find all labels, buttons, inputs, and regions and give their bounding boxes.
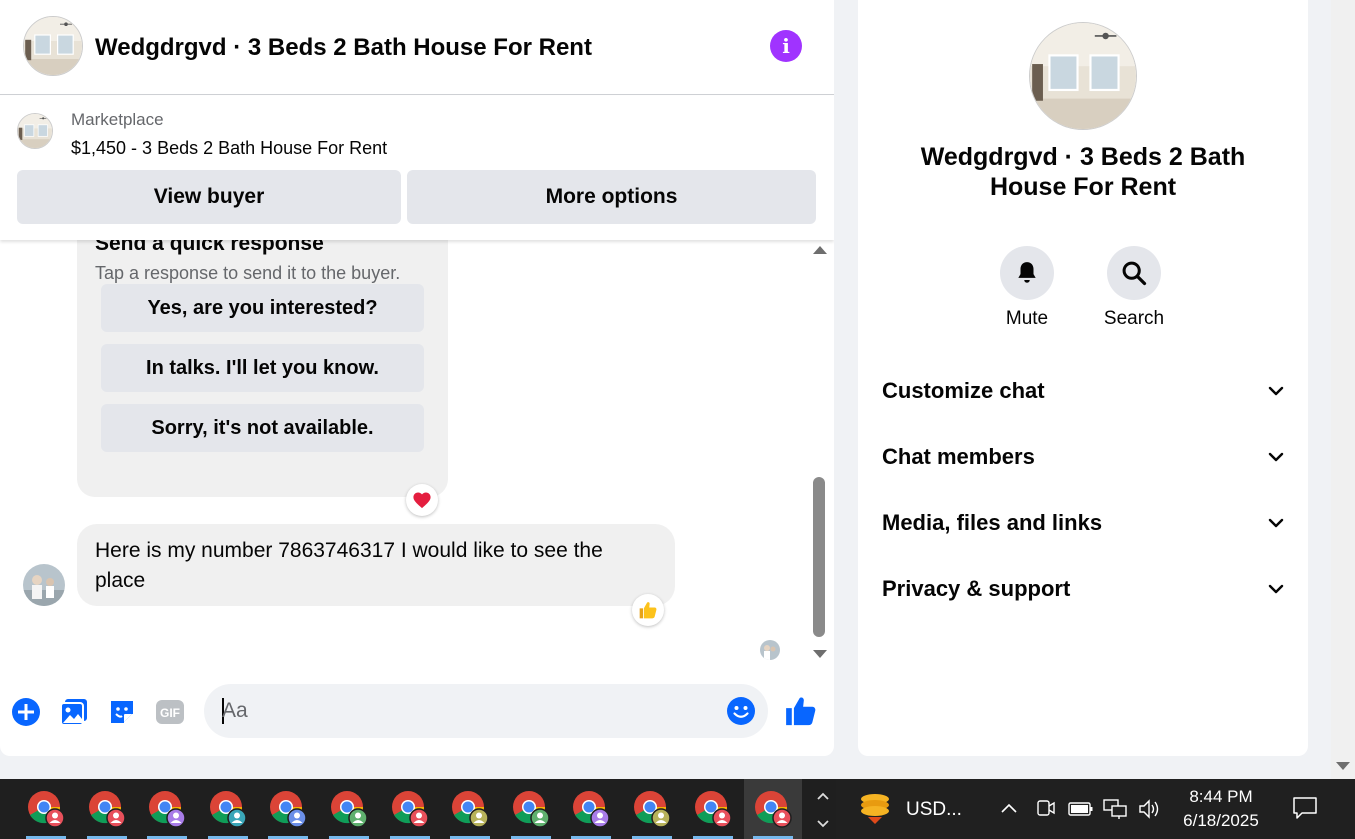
page-scroll-down-icon[interactable] bbox=[1336, 762, 1350, 770]
search-icon[interactable] bbox=[1107, 246, 1161, 300]
clock-time: 8:44 PM bbox=[1189, 787, 1253, 806]
currency-widget-label[interactable]: USD... bbox=[906, 799, 962, 821]
details-title: Wedgdrgvd · 3 Beds 2 Bath House For Rent bbox=[920, 143, 1246, 201]
chrome-profile-taskbar-icon[interactable] bbox=[684, 779, 742, 839]
search-label: Search bbox=[1103, 308, 1165, 329]
message-input-wrapper[interactable] bbox=[204, 684, 768, 738]
details-listing-avatar[interactable] bbox=[1029, 22, 1137, 130]
mute-button[interactable]: Mute bbox=[972, 246, 1082, 330]
notification-center-icon[interactable] bbox=[1292, 795, 1318, 826]
search-button[interactable]: Search bbox=[1079, 246, 1189, 330]
network-icon[interactable] bbox=[1102, 798, 1128, 825]
message-bubble[interactable]: Here is my number 7863746317 I would lik… bbox=[77, 524, 675, 606]
plus-icon[interactable] bbox=[10, 696, 42, 728]
chat-panel: Wedgdrgvd · 3 Beds 2 Bath House For Rent… bbox=[0, 0, 834, 756]
marketplace-label: Marketplace bbox=[71, 110, 164, 129]
marketplace-banner: Marketplace $1,450 - 3 Beds 2 Bath House… bbox=[0, 96, 834, 240]
chrome-profile-taskbar-icon[interactable] bbox=[199, 779, 257, 839]
seen-indicator-avatar bbox=[760, 640, 780, 660]
chrome-profile-taskbar-icon[interactable] bbox=[623, 779, 681, 839]
chevron-down-icon bbox=[1268, 518, 1284, 528]
chrome-profile-taskbar-icon[interactable] bbox=[502, 779, 560, 839]
chrome-profile-taskbar-icon[interactable] bbox=[562, 779, 620, 839]
system-tray: USD... 8:44 PM 6/18/2025 bbox=[836, 779, 1355, 839]
details-panel: Wedgdrgvd · 3 Beds 2 Bath House For Rent… bbox=[858, 0, 1308, 756]
emoji-icon[interactable] bbox=[726, 696, 756, 726]
media-files-links-label: Media, files and links bbox=[882, 510, 1103, 535]
chrome-profile-taskbar-icon[interactable] bbox=[441, 779, 499, 839]
customize-chat-row[interactable]: Customize chat bbox=[882, 371, 1286, 411]
chrome-profile-taskbar-icon[interactable] bbox=[259, 779, 317, 839]
quick-response-title: Send a quick response bbox=[95, 240, 324, 255]
clock[interactable]: 8:44 PM 6/18/2025 bbox=[1166, 785, 1276, 833]
chat-header: Wedgdrgvd · 3 Beds 2 Bath House For Rent… bbox=[0, 0, 834, 95]
thumbs-up-reaction-icon[interactable] bbox=[632, 594, 664, 626]
privacy-support-row[interactable]: Privacy & support bbox=[882, 569, 1286, 609]
chrome-profile-taskbar-icon[interactable] bbox=[138, 779, 196, 839]
chat-members-row[interactable]: Chat members bbox=[882, 437, 1286, 477]
like-thumbs-up-icon[interactable] bbox=[784, 694, 818, 728]
message-list: Send a quick response Tap a response to … bbox=[0, 240, 810, 665]
chrome-profile-taskbar-icon[interactable] bbox=[78, 779, 136, 839]
clock-date: 6/18/2025 bbox=[1183, 811, 1259, 830]
privacy-support-label: Privacy & support bbox=[882, 576, 1071, 601]
bell-icon[interactable] bbox=[1000, 246, 1054, 300]
quick-response-in-talks-button[interactable]: In talks. I'll let you know. bbox=[101, 344, 424, 392]
heart-reaction-icon[interactable] bbox=[406, 484, 438, 516]
media-files-links-row[interactable]: Media, files and links bbox=[882, 503, 1286, 543]
chat-members-label: Chat members bbox=[882, 444, 1035, 469]
mute-label: Mute bbox=[1005, 308, 1049, 329]
chrome-profile-taskbar-icon[interactable] bbox=[744, 779, 803, 839]
scroll-down-arrow-icon[interactable] bbox=[813, 650, 827, 658]
view-buyer-button[interactable]: View buyer bbox=[17, 170, 401, 224]
quick-response-subtitle: Tap a response to send it to the buyer. bbox=[95, 263, 401, 283]
composer: GIF bbox=[0, 680, 834, 744]
page-scrollbar[interactable] bbox=[1331, 0, 1355, 779]
taskbar: USD... 8:44 PM 6/18/2025 bbox=[0, 779, 1355, 839]
chrome-profile-taskbar-icon[interactable] bbox=[381, 779, 439, 839]
chrome-profile-taskbar-icon[interactable] bbox=[17, 779, 75, 839]
listing-avatar[interactable] bbox=[23, 16, 83, 76]
show-hidden-icons-chevron-icon[interactable] bbox=[1000, 801, 1018, 819]
currency-widget-icon[interactable] bbox=[858, 791, 892, 832]
taskbar-scroll-down-icon[interactable] bbox=[812, 809, 834, 839]
scroll-thumb[interactable] bbox=[813, 477, 825, 637]
taskbar-scroll-up-icon[interactable] bbox=[812, 781, 834, 811]
quick-response-not-available-button[interactable]: Sorry, it's not available. bbox=[101, 404, 424, 452]
battery-icon[interactable] bbox=[1068, 801, 1094, 822]
message-scrollbar[interactable] bbox=[810, 240, 830, 665]
listing-thumbnail[interactable] bbox=[17, 113, 53, 149]
gif-label: GIF bbox=[160, 706, 180, 720]
more-options-button[interactable]: More options bbox=[407, 170, 816, 224]
sender-avatar[interactable] bbox=[23, 564, 65, 606]
scroll-up-arrow-icon[interactable] bbox=[813, 246, 827, 254]
chevron-down-icon bbox=[1268, 584, 1284, 594]
chevron-down-icon bbox=[1268, 452, 1284, 462]
chat-title[interactable]: Wedgdrgvd · 3 Beds 2 Bath House For Rent bbox=[95, 34, 592, 62]
quick-response-yes-button[interactable]: Yes, are you interested? bbox=[101, 284, 424, 332]
photo-icon[interactable] bbox=[58, 696, 90, 728]
gif-icon[interactable]: GIF bbox=[154, 696, 186, 728]
customize-chat-label: Customize chat bbox=[882, 378, 1045, 403]
speaker-icon[interactable] bbox=[1138, 798, 1162, 825]
camera-icon[interactable] bbox=[1036, 797, 1056, 824]
listing-title[interactable]: $1,450 - 3 Beds 2 Bath House For Rent bbox=[71, 138, 387, 159]
quick-response-card: Send a quick response Tap a response to … bbox=[77, 240, 448, 497]
info-icon[interactable]: i bbox=[770, 30, 802, 62]
chrome-profile-taskbar-icon[interactable] bbox=[320, 779, 378, 839]
sticker-icon[interactable] bbox=[106, 696, 138, 728]
message-input[interactable] bbox=[222, 684, 702, 738]
chevron-down-icon bbox=[1268, 386, 1284, 396]
